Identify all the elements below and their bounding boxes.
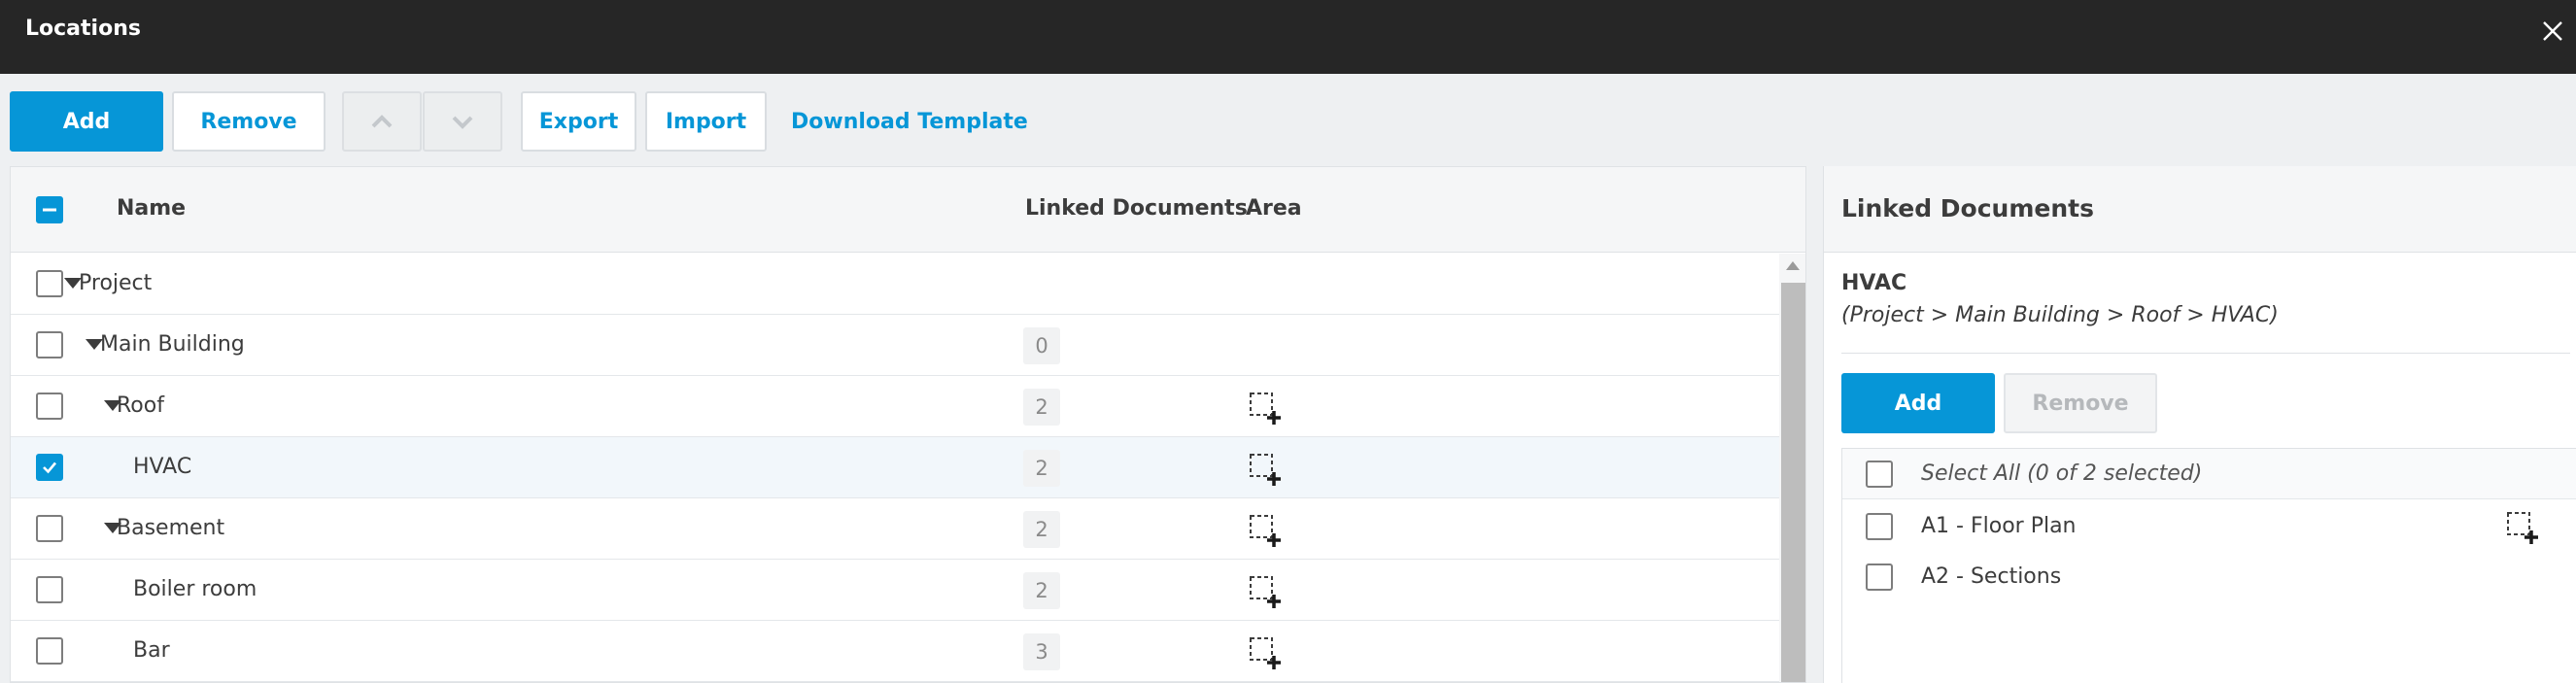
document-row[interactable]: A1 - Floor Plan [1842, 501, 2576, 552]
linked-documents-count: 2 [1023, 389, 1060, 426]
toolbar: Add Remove Export Import Download Templa… [0, 74, 2576, 166]
table-row[interactable]: Main Building 0 [11, 315, 1779, 376]
area-select-icon[interactable] [1247, 512, 1284, 549]
table-row[interactable]: Roof 2 [11, 376, 1779, 437]
location-name: Basement [117, 516, 225, 540]
select-all-documents-checkbox[interactable] [1866, 461, 1893, 488]
row-checkbox[interactable] [36, 270, 63, 297]
export-button[interactable]: Export [521, 91, 636, 152]
indeterminate-icon [43, 208, 56, 212]
move-down-button[interactable] [423, 91, 502, 152]
add-button[interactable]: Add [10, 91, 163, 152]
document-label: A1 - Floor Plan [1921, 514, 2077, 538]
select-all-documents-label: Select All (0 of 2 selected) [1921, 461, 2203, 486]
linked-documents-count: 2 [1023, 450, 1060, 487]
import-button[interactable]: Import [645, 91, 767, 152]
location-name: Roof [117, 393, 164, 418]
linked-documents-count: 3 [1023, 633, 1060, 670]
row-checkbox[interactable] [36, 515, 63, 542]
row-checkbox[interactable] [36, 331, 63, 359]
location-name: Bar [133, 638, 170, 663]
area-select-icon[interactable] [1247, 573, 1284, 610]
location-name: Project [79, 271, 153, 295]
scroll-up-arrow[interactable] [1786, 261, 1800, 270]
locations-table: Name Linked Documents Area Project Main B… [10, 166, 1806, 683]
dialog-title: Locations [25, 17, 141, 41]
select-all-documents-row[interactable]: Select All (0 of 2 selected) [1842, 449, 2576, 499]
check-icon [43, 461, 56, 474]
location-name: Boiler room [133, 577, 258, 601]
select-all-checkbox[interactable] [36, 196, 63, 223]
remove-document-button[interactable]: Remove [2004, 373, 2157, 433]
selected-location-path: (Project > Main Building > Roof > HVAC) [1841, 303, 2279, 327]
column-header-area[interactable]: Area [1246, 196, 1302, 221]
column-header-linked-documents[interactable]: Linked Documents [1025, 196, 1248, 221]
area-select-icon[interactable] [2504, 509, 2541, 546]
table-row[interactable]: Bar 3 [11, 621, 1779, 682]
document-list: Select All (0 of 2 selected) A1 - Floor … [1841, 448, 2576, 683]
location-name: HVAC [133, 455, 192, 479]
side-panel-header: Linked Documents [1824, 166, 2576, 253]
row-checkbox[interactable] [36, 393, 63, 420]
divider [1841, 353, 2570, 354]
linked-documents-count: 2 [1023, 511, 1060, 548]
row-checkbox[interactable] [36, 454, 63, 481]
table-row[interactable]: HVAC 2 [11, 437, 1779, 498]
area-select-icon[interactable] [1247, 634, 1284, 671]
dialog-header: Locations [0, 0, 2576, 74]
arrow-up-icon [371, 115, 393, 128]
row-checkbox[interactable] [36, 637, 63, 665]
linked-documents-count: 0 [1023, 327, 1060, 364]
side-panel-title: Linked Documents [1841, 194, 2094, 222]
document-checkbox[interactable] [1866, 563, 1893, 591]
selected-location-name: HVAC [1841, 271, 1907, 295]
area-select-icon[interactable] [1247, 390, 1284, 427]
move-up-button[interactable] [342, 91, 422, 152]
table-row[interactable]: Basement 2 [11, 498, 1779, 560]
table-header: Name Linked Documents Area [11, 167, 1805, 253]
column-header-name[interactable]: Name [117, 196, 186, 221]
linked-documents-count: 2 [1023, 572, 1060, 609]
scroll-thumb[interactable] [1781, 283, 1805, 682]
arrow-down-icon [452, 116, 473, 129]
document-label: A2 - Sections [1921, 564, 2062, 589]
add-document-button[interactable]: Add [1841, 373, 1995, 433]
document-row[interactable]: A2 - Sections [1842, 552, 2576, 602]
close-icon[interactable] [2536, 15, 2569, 48]
linked-documents-panel: Linked Documents HVAC (Project > Main Bu… [1823, 166, 2576, 683]
vertical-scrollbar[interactable] [1779, 254, 1805, 682]
download-template-link[interactable]: Download Template [791, 91, 1028, 152]
document-checkbox[interactable] [1866, 513, 1893, 540]
remove-button[interactable]: Remove [172, 91, 326, 152]
location-name: Main Building [100, 332, 245, 357]
table-row[interactable]: Project [11, 254, 1779, 315]
area-select-icon[interactable] [1247, 451, 1284, 488]
table-row[interactable]: Boiler room 2 [11, 560, 1779, 621]
table-body: Project Main Building 0 Roof 2 HVAC 2 Basement 2… [11, 254, 1779, 682]
row-checkbox[interactable] [36, 576, 63, 603]
